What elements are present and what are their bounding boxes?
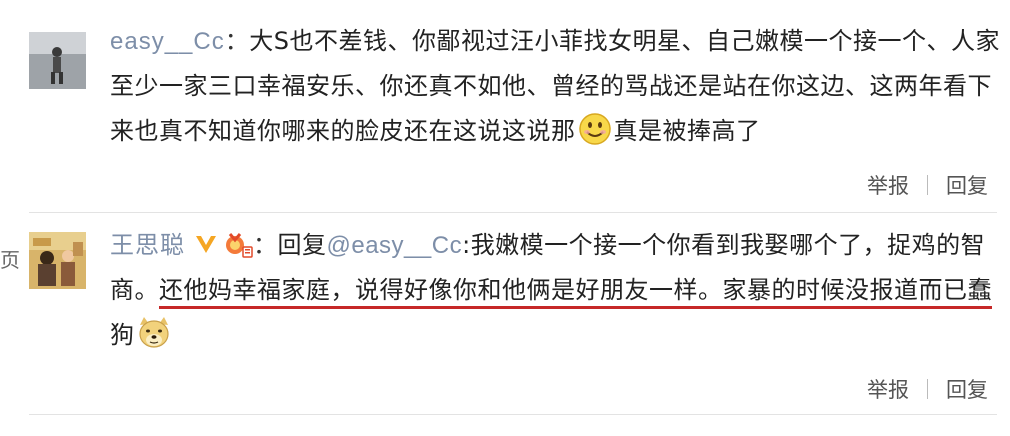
avatar[interactable]: [29, 32, 86, 89]
report-button[interactable]: 举报: [867, 374, 909, 404]
comment-text-line: 来也真不知道你哪来的脸皮还在这说这说那: [110, 117, 576, 145]
username-separator: ：: [224, 27, 250, 55]
comment-body: easy__Cc：大S也不差钱、你鄙视过汪小菲找女明星、自己嫩模一个接一个、人家…: [110, 19, 999, 154]
comment-body: 王思聪 ：回复@easy__Cc:我嫩模一个接一个你看到我娶哪个了，捉鸡的智 商…: [110, 223, 992, 358]
comment-feed: 页 easy__Cc：大S也不差钱、你鄙视过汪小菲找女明星、自己嫩模一个接一个、…: [0, 0, 1010, 436]
comment-username[interactable]: 王思聪: [110, 232, 185, 259]
reply-button[interactable]: 回复: [946, 374, 988, 404]
comment-text-line: 狗: [110, 321, 135, 349]
comment-text-line: 大S也不差钱、你鄙视过汪小菲找女明星、自己嫩模一个接一个、人家: [249, 27, 1000, 55]
comment-divider: [29, 414, 997, 415]
mention-colon: :: [462, 231, 471, 259]
report-button[interactable]: 举报: [867, 170, 909, 200]
medal-badge-icon[interactable]: [223, 230, 253, 258]
comment-text-line: 至少一家三口幸福安乐、你还真不如他、曾经的骂战还是站在你这边、这两年看下: [110, 72, 992, 100]
comment-username[interactable]: easy__Cc: [110, 28, 225, 55]
comment-actions: 举报 回复: [867, 170, 988, 200]
action-divider: [927, 175, 928, 195]
comment-text-line: 商。: [110, 276, 159, 304]
comment-actions: 举报 回复: [867, 374, 988, 404]
doge-emoji-icon: [138, 317, 169, 348]
verified-v-icon[interactable]: [193, 231, 219, 257]
action-divider: [927, 379, 928, 399]
avatar[interactable]: [29, 232, 86, 289]
comment-text-line: 我嫩模一个接一个你看到我娶哪个了，捉鸡的智: [470, 231, 986, 259]
smiley-emoji-icon: [578, 113, 611, 145]
comment-item: easy__Cc：大S也不差钱、你鄙视过汪小菲找女明星、自己嫩模一个接一个、人家…: [0, 0, 1010, 212]
comment-divider: [29, 212, 997, 213]
reply-button[interactable]: 回复: [946, 170, 988, 200]
username-separator: ：: [253, 231, 278, 259]
comment-item: 王思聪 ：回复@easy__Cc:我嫩模一个接一个你看到我娶哪个了，捉鸡的智 商…: [0, 214, 1010, 436]
comment-text-tail: 真是被捧高了: [613, 117, 761, 145]
underlined-text: 还他妈幸福家庭，说得好像你和他俩是好朋友一样。家暴的时候没报道而已蠢: [159, 276, 992, 309]
mention-link[interactable]: @easy__Cc: [327, 232, 463, 259]
reply-prefix: 回复: [277, 231, 327, 259]
